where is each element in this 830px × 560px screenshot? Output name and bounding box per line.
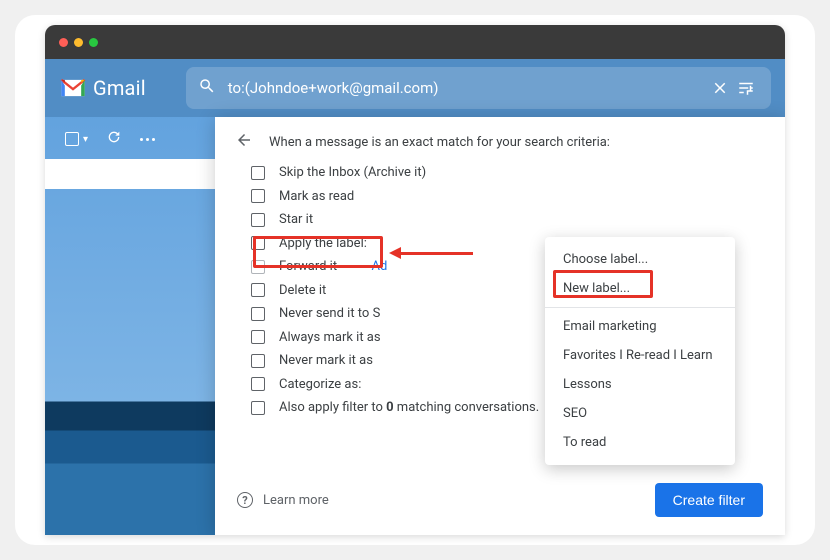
search-icon[interactable] xyxy=(198,77,216,99)
option-label: Always mark it as xyxy=(279,330,381,345)
option-label: Forward it xyxy=(279,259,337,274)
option-label: Mark as read xyxy=(279,189,354,204)
window-minimize-dot[interactable] xyxy=(74,38,83,47)
label-dropdown-menu: Choose label... New label... Email marke… xyxy=(545,237,735,465)
window-zoom-dot[interactable] xyxy=(89,38,98,47)
learn-more-link[interactable]: ? Learn more xyxy=(237,492,329,508)
option-label: Star it xyxy=(279,212,313,227)
gmail-icon xyxy=(59,77,87,99)
clear-search-icon[interactable] xyxy=(707,79,733,97)
option-label: Delete it xyxy=(279,283,326,298)
option-label: Categorize as: xyxy=(279,377,361,392)
filter-panel-title: When a message is an exact match for you… xyxy=(269,135,610,150)
tutorial-frame: Gmail to:(Johndoe+work@gmail.com) ▾ xyxy=(15,15,815,545)
search-options-icon[interactable] xyxy=(733,79,759,97)
menu-new-label[interactable]: New label... xyxy=(545,274,735,303)
more-icon[interactable] xyxy=(140,138,155,141)
create-filter-button[interactable]: Create filter xyxy=(655,483,763,517)
window-close-dot[interactable] xyxy=(59,38,68,47)
gmail-product-name: Gmail xyxy=(93,76,146,100)
gmail-header: Gmail to:(Johndoe+work@gmail.com) xyxy=(45,59,785,117)
option-label: Apply the label: xyxy=(279,236,367,251)
menu-separator xyxy=(545,307,735,308)
gmail-logo[interactable]: Gmail xyxy=(45,76,146,100)
refresh-icon[interactable] xyxy=(106,129,122,149)
menu-label-to-read[interactable]: To read xyxy=(545,428,735,457)
window-titlebar xyxy=(45,25,785,59)
menu-label-seo[interactable]: SEO xyxy=(545,399,735,428)
option-label: Never mark it as xyxy=(279,353,373,368)
option-label: Also apply filter to 0 matching conversa… xyxy=(279,400,539,415)
browser-window: Gmail to:(Johndoe+work@gmail.com) ▾ xyxy=(45,25,785,535)
forward-add-address-link[interactable]: Ad xyxy=(372,259,388,274)
menu-label-email-marketing[interactable]: Email marketing xyxy=(545,312,735,341)
menu-choose-label[interactable]: Choose label... xyxy=(545,245,735,274)
option-label: Never send it to S xyxy=(279,306,380,321)
option-skip-inbox[interactable]: Skip the Inbox (Archive it) xyxy=(251,165,779,180)
option-label: Skip the Inbox (Archive it) xyxy=(279,165,426,180)
option-star-it[interactable]: Star it xyxy=(251,212,779,227)
menu-label-favorites[interactable]: Favorites I Re-read I Learn xyxy=(545,341,735,370)
option-mark-read[interactable]: Mark as read xyxy=(251,189,779,204)
search-bar[interactable]: to:(Johndoe+work@gmail.com) xyxy=(186,67,771,109)
help-icon: ? xyxy=(237,492,253,508)
back-arrow-icon[interactable] xyxy=(235,131,253,153)
search-query-text: to:(Johndoe+work@gmail.com) xyxy=(228,79,707,97)
gmail-app: Gmail to:(Johndoe+work@gmail.com) ▾ xyxy=(45,59,785,535)
select-all-checkbox[interactable]: ▾ xyxy=(65,132,88,146)
menu-label-lessons[interactable]: Lessons xyxy=(545,370,735,399)
learn-more-label: Learn more xyxy=(263,493,329,508)
